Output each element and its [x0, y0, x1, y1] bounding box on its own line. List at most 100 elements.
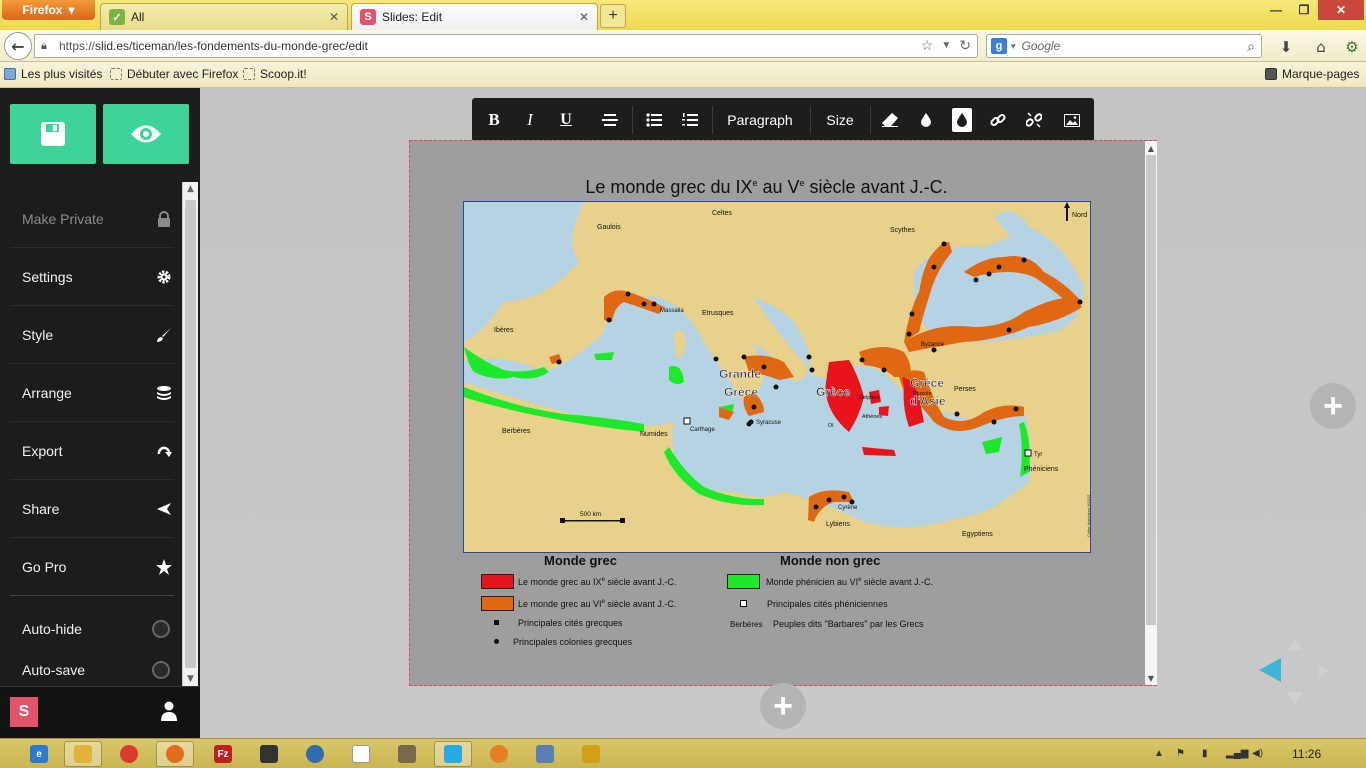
legend-text-barbares: Peuples dits "Barbares" par les Grecs [773, 619, 924, 629]
insert-image-button[interactable] [1058, 98, 1086, 142]
scroll-up-icon[interactable]: ▲ [1145, 141, 1157, 155]
scroll-down-icon[interactable]: ▼ [183, 672, 198, 686]
search-bar[interactable]: g ▾ Google ⌕ [986, 34, 1262, 58]
system-clock[interactable]: 11:26 [1292, 747, 1321, 761]
numbered-list-button[interactable] [676, 98, 704, 142]
slide-title[interactable]: Le monde grec du IXe au Ve siècle avant … [410, 177, 1123, 198]
tab-title: Slides: Edit [382, 10, 443, 24]
firefox-menu-button[interactable]: Firefox ▾ [2, 0, 95, 20]
legend-swatch-ix [481, 574, 514, 589]
close-icon[interactable]: ✕ [329, 10, 339, 24]
bold-button[interactable]: B [480, 98, 508, 142]
slide-scrollbar[interactable]: ▲ ▼ [1145, 141, 1157, 685]
url-bar[interactable]: 🔒︎ https:// slid.es/ticeman/les-fondemen… [34, 34, 978, 58]
historical-map-image[interactable]: Nord Celtes Gaulois Scythes Ibères Massa… [463, 201, 1091, 553]
restore-icon[interactable]: ❐ [1290, 0, 1318, 20]
dropdown-icon[interactable]: ▼ [941, 37, 951, 54]
network-icon[interactable]: ▂▄▆ [1226, 748, 1248, 759]
bookmark-getting-started[interactable]: Débuter avec Firefox [110, 67, 238, 81]
url-text: slid.es/ticeman/les-fondements-du-monde-… [95, 39, 368, 53]
firefox-task[interactable] [156, 741, 194, 767]
background-color-button[interactable] [952, 108, 972, 132]
scroll-down-icon[interactable]: ▼ [1145, 671, 1157, 685]
font-size-dropdown[interactable]: Size [818, 98, 862, 142]
bookmark-scoopit[interactable]: Scoop.it! [243, 67, 307, 81]
scrollbar-thumb[interactable] [185, 200, 196, 668]
inkscape-task[interactable] [250, 741, 288, 767]
window-close-icon[interactable]: ✕ [1318, 0, 1364, 20]
filezilla-task[interactable]: Fz [204, 741, 242, 767]
volume-icon[interactable]: ◀) [1252, 748, 1263, 759]
brush-icon [157, 328, 171, 342]
add-slide-right-button[interactable]: + [1310, 383, 1356, 429]
sidebar-item-style[interactable]: Style [10, 306, 174, 364]
flag-icon[interactable]: ⚑ [1176, 748, 1185, 759]
notepad-task[interactable] [342, 741, 380, 767]
sidebar-item-arrange[interactable]: Arrange [10, 364, 174, 422]
legend-text-vi: Le monde grec au VIe siècle avant J.-C. [518, 599, 676, 609]
minimize-icon[interactable]: — [1262, 0, 1290, 20]
map-label-grece-asie-1: Grèce [910, 376, 944, 390]
paragraph-dropdown[interactable]: Paragraph [720, 98, 800, 142]
remove-link-button[interactable] [1020, 98, 1048, 142]
virtualbox-task[interactable] [526, 741, 564, 767]
thunderbird-task[interactable] [296, 741, 334, 767]
user-icon[interactable] [160, 701, 178, 721]
scroll-up-icon[interactable]: ▲ [183, 182, 198, 196]
auto-hide-toggle[interactable] [152, 619, 170, 638]
addon-icon[interactable]: ⚙ [1342, 38, 1362, 56]
sidebar-menu: Make Private Settings Style Arrange Expo… [10, 190, 174, 690]
twitter-icon [444, 745, 462, 763]
firefox-aurora-task[interactable] [480, 741, 518, 767]
sidebar-scrollbar[interactable]: ▲ ▼ [182, 182, 198, 686]
chrome-task[interactable] [110, 741, 148, 767]
save-button[interactable] [10, 104, 96, 164]
navigation-arrows-icon[interactable] [1255, 628, 1335, 708]
auto-save-row[interactable]: Auto-save [10, 649, 174, 690]
scrollbar-thumb[interactable] [1146, 155, 1156, 625]
underline-button[interactable]: U [552, 98, 580, 142]
legend-swatch-vi [481, 596, 514, 611]
auto-hide-row[interactable]: Auto-hide [10, 608, 174, 649]
gimp-task[interactable] [388, 741, 426, 767]
slide-frame[interactable]: Le monde grec du IXe au Ve siècle avant … [409, 140, 1157, 686]
insert-link-button[interactable] [984, 98, 1012, 142]
google-icon[interactable]: g [991, 38, 1007, 54]
bookmark-star-icon[interactable]: ☆ [921, 37, 934, 54]
bookmark-most-visited[interactable]: Les plus visités [4, 67, 102, 81]
toolbar-divider [712, 106, 713, 134]
home-icon[interactable]: ⌂ [1311, 38, 1331, 56]
new-tab-button[interactable]: + [600, 4, 626, 28]
app-task[interactable] [572, 741, 610, 767]
back-arrow-icon[interactable]: ← [4, 32, 32, 60]
sidebar-item-settings[interactable]: Settings [10, 248, 174, 306]
preview-button[interactable] [103, 104, 189, 164]
bullet-list-button[interactable] [640, 98, 668, 142]
bookmarks-menu-button[interactable]: Marque-pages [1265, 67, 1359, 81]
map-label-byzance: Byzance [921, 342, 945, 348]
add-slide-below-button[interactable]: + [760, 683, 806, 729]
clear-format-button[interactable] [876, 98, 904, 142]
sidebar-item-go-pro[interactable]: Go Pro [10, 538, 174, 596]
sidebar-item-share[interactable]: Share [10, 480, 174, 538]
file-explorer-task[interactable] [64, 741, 102, 767]
reload-icon[interactable]: ↻ [959, 37, 971, 54]
tab-all[interactable]: ✓ All ✕ [100, 3, 348, 30]
tray-arrow-icon[interactable]: ▲ [1154, 748, 1164, 759]
italic-button[interactable]: I [516, 98, 544, 142]
legend-hollow-square-marker [740, 600, 747, 607]
close-icon[interactable]: ✕ [579, 10, 589, 24]
download-icon[interactable]: ⬇ [1276, 38, 1296, 56]
slides-logo[interactable]: S [10, 697, 38, 727]
text-color-button[interactable] [912, 98, 940, 142]
sidebar-item-export[interactable]: Export [10, 422, 174, 480]
sidebar-item-make-private[interactable]: Make Private [10, 190, 174, 248]
tab-slides-edit[interactable]: S Slides: Edit ✕ [351, 3, 598, 30]
strikethrough-button[interactable] [596, 98, 624, 142]
twitter-task[interactable] [434, 741, 472, 767]
search-engine-dropdown-icon[interactable]: ▾ [1011, 41, 1016, 52]
search-icon[interactable]: ⌕ [1247, 38, 1255, 55]
battery-icon[interactable]: ▮ [1202, 748, 1208, 759]
internet-explorer-task[interactable]: e [20, 741, 58, 767]
auto-save-toggle[interactable] [152, 660, 170, 679]
